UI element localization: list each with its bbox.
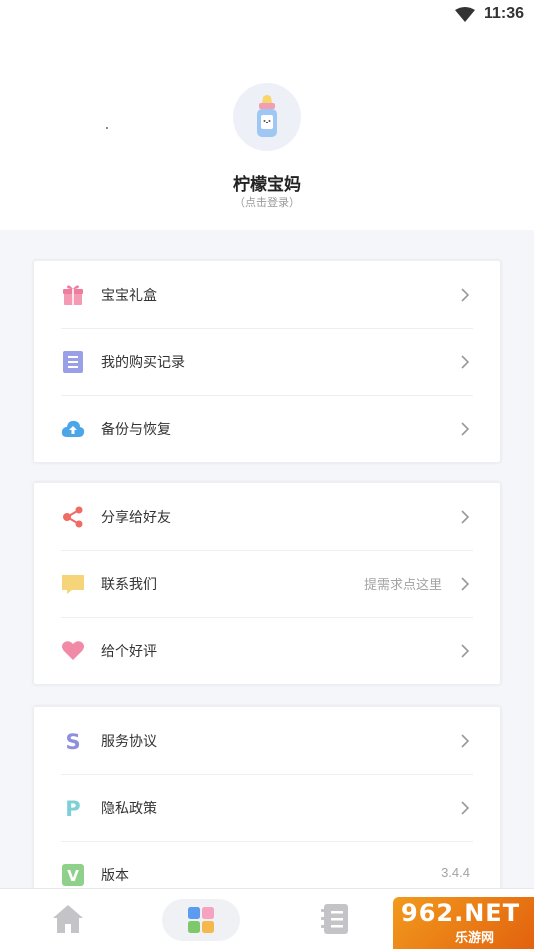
- gift-icon: [63, 285, 83, 305]
- chevron-right-icon: [461, 288, 470, 302]
- menu-item-service-agreement[interactable]: S 服务协议: [34, 707, 500, 774]
- svg-text:S: S: [65, 730, 80, 753]
- watermark-text: 962.NET: [401, 899, 521, 927]
- menu-item-backup-restore[interactable]: 备份与恢复: [34, 395, 500, 462]
- login-hint[interactable]: （点击登录）: [0, 194, 534, 210]
- grid-icon: [188, 907, 214, 933]
- menu-item-purchase-records[interactable]: 我的购买记录: [34, 328, 500, 395]
- heart-icon: [62, 641, 84, 660]
- share-icon: [63, 506, 83, 528]
- menu-item-label: 备份与恢复: [101, 421, 171, 437]
- menu-item-share-friends[interactable]: 分享给好友: [34, 483, 500, 550]
- chevron-right-icon: [461, 644, 470, 658]
- wifi-icon: [455, 7, 475, 22]
- chevron-right-icon: [461, 577, 470, 591]
- menu-item-contact-us[interactable]: 联系我们 提需求点这里: [34, 550, 500, 617]
- status-time: 11:36: [484, 5, 525, 22]
- menu-item-label: 服务协议: [101, 733, 157, 749]
- message-icon: [62, 575, 84, 594]
- menu-item-baby-gift-box[interactable]: 宝宝礼盒: [34, 261, 500, 328]
- menu-item-rate-us[interactable]: 给个好评: [34, 617, 500, 684]
- svg-text:P: P: [65, 797, 80, 820]
- menu-item-label: 我的购买记录: [101, 354, 185, 370]
- chevron-right-icon: [461, 734, 470, 748]
- service-agreement-icon: S: [65, 730, 80, 753]
- decorative-dot: [106, 127, 108, 129]
- menu-item-label: 给个好评: [101, 643, 157, 659]
- cloud-backup-icon: [61, 420, 85, 437]
- notebook-icon: [321, 904, 348, 934]
- baby-bottle-icon: [257, 95, 277, 137]
- menu-item-privacy-policy[interactable]: P 隐私政策: [34, 774, 500, 841]
- menu-card-1: 宝宝礼盒 我的购买记录 备份与恢复: [33, 260, 501, 463]
- chevron-right-icon: [461, 510, 470, 524]
- tab-notes[interactable]: [305, 889, 365, 949]
- chevron-right-icon: [461, 422, 470, 436]
- menu-item-label: 分享给好友: [101, 509, 171, 525]
- menu-card-2: 分享给好友 联系我们 提需求点这里 给个好评: [33, 482, 501, 685]
- contact-hint: 提需求点这里: [363, 577, 442, 592]
- watermark-logo: 962.NET 乐游网: [393, 897, 534, 949]
- profile-header: 11:36 柠檬宝妈 （点击登录）: [0, 0, 534, 230]
- home-icon: [53, 905, 83, 933]
- tab-apps[interactable]: [162, 889, 240, 949]
- chevron-right-icon: [461, 355, 470, 369]
- avatar[interactable]: [233, 83, 301, 151]
- purchase-record-icon: [63, 351, 83, 373]
- svg-text:V: V: [67, 867, 79, 885]
- watermark-subtext: 乐游网: [455, 930, 495, 945]
- menu-item-label: 宝宝礼盒: [101, 287, 157, 303]
- menu-item-label: 版本: [101, 867, 129, 883]
- version-icon: V: [62, 864, 84, 886]
- status-bar: 11:36: [0, 0, 534, 30]
- profile-name[interactable]: 柠檬宝妈: [0, 170, 534, 195]
- chevron-right-icon: [461, 801, 470, 815]
- menu-item-label: 联系我们: [101, 576, 157, 592]
- version-number: 3.4.4: [441, 865, 470, 880]
- menu-item-label: 隐私政策: [101, 800, 157, 816]
- privacy-policy-icon: P: [65, 797, 80, 820]
- menu-card-3: S 服务协议 P 隐私政策 V 版本 3.4.4: [33, 706, 501, 909]
- tab-home[interactable]: [38, 889, 98, 949]
